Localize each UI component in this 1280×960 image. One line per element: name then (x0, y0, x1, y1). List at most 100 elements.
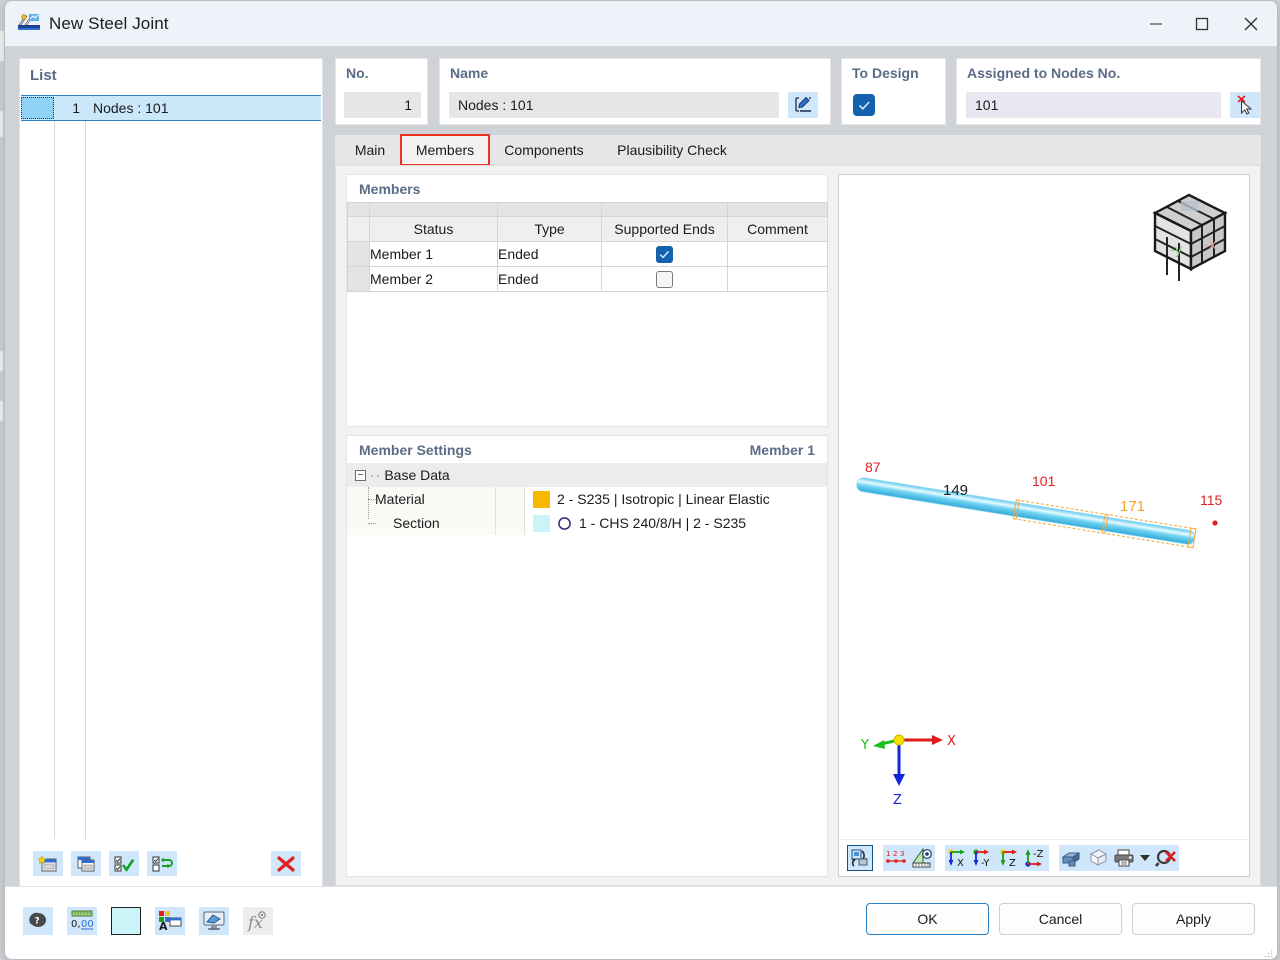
member-label-171: 171 (1120, 498, 1146, 515)
tab-members-label: Members (415, 142, 475, 158)
tab-plausibility-check-label: Plausibility Check (617, 142, 727, 158)
title-bar: New Steel Joint (5, 1, 1277, 47)
svg-text:A: A (159, 920, 168, 932)
assigned-nodes-value: 101 (975, 97, 999, 113)
model-viewport[interactable]: -y -x 87 149 101 171 115 X Y Z 1 2 3 X -… (838, 174, 1250, 877)
cell-status[interactable]: Member 2 (369, 266, 498, 292)
help-button[interactable]: ? (23, 907, 53, 935)
view-in-minus-z-button[interactable]: -Z (1023, 845, 1049, 871)
units-button[interactable]: 0, 00 (67, 907, 97, 935)
name-input[interactable]: Nodes : 101 (449, 92, 779, 118)
display-properties-button[interactable]: A (155, 907, 185, 935)
resize-grip[interactable] (1263, 946, 1273, 958)
filter-type[interactable] (497, 202, 602, 217)
view-ruler-button[interactable] (909, 845, 935, 871)
steel-joint-icon (17, 12, 41, 36)
print-dropdown-button[interactable] (1137, 845, 1153, 871)
filter-comment[interactable] (727, 202, 828, 217)
navigation-cube[interactable]: -y -x (1141, 185, 1237, 281)
tree-row-material[interactable]: Material 2 - S235 | Isotropic | Linear E… (347, 487, 827, 511)
svg-text:X: X (957, 858, 964, 868)
rename-icon[interactable] (788, 92, 818, 118)
row-header-1[interactable] (347, 241, 370, 267)
axes-indicator: X Y Z (857, 724, 967, 814)
section-color-swatch (533, 514, 550, 532)
view-settings-button[interactable] (199, 907, 229, 935)
rendering-button[interactable] (1059, 845, 1085, 871)
tab-members[interactable]: Members (400, 134, 490, 166)
pick-cursor-icon[interactable] (1230, 92, 1260, 118)
supported-ends-checkbox[interactable] (656, 245, 673, 263)
node-label-87: 87 (865, 459, 881, 475)
screen-root: New Steel Joint List 1 Nodes: 101 No. 1… (0, 0, 1280, 960)
new-item-button[interactable] (33, 851, 63, 876)
assigned-nodes-input[interactable]: 101 (966, 92, 1221, 118)
close-button[interactable] (1225, 1, 1277, 46)
header-fields: No. 1 Name Nodes : 101 To Design Assigne… (335, 58, 1261, 125)
tree-item-value-cell[interactable]: 1 - CHS 240/8/H | 2 - S235 (525, 511, 827, 535)
minimize-button[interactable] (1133, 1, 1179, 46)
column-header-supported-ends[interactable]: Supported Ends (601, 216, 728, 242)
cell-supported-ends[interactable] (601, 266, 728, 292)
svg-text:-Y: -Y (981, 858, 990, 868)
assigned-nodes-card: Assigned to Nodes No. 101 (956, 58, 1261, 125)
tab-panel-members: Members Status Type Supported Ends Comme… (335, 165, 1261, 886)
list-column-divider-2 (85, 95, 86, 839)
right-zone: No. 1 Name Nodes : 101 To Design Assigne… (335, 58, 1261, 886)
tree-node-base-data[interactable]: − ·· Base Data (347, 463, 827, 487)
list-panel-title: List (30, 67, 57, 84)
tree-row-section[interactable]: Section 1 - CHS 240/8/H | 2 - S235 (347, 511, 827, 535)
cell-type[interactable]: Ended (497, 266, 602, 292)
column-header-comment[interactable]: Comment (727, 216, 828, 242)
tab-components[interactable]: Components (490, 135, 598, 165)
cancel-button[interactable]: Cancel (999, 903, 1122, 935)
tab-plausibility-check[interactable]: Plausibility Check (598, 135, 746, 165)
table-row[interactable]: Member 1 Ended (347, 241, 828, 267)
list-toolbar (21, 840, 321, 887)
wireframe-button[interactable] (1085, 845, 1111, 871)
apply-button[interactable]: Apply (1132, 903, 1255, 935)
maximize-button[interactable] (1179, 1, 1225, 46)
tree-item-value-cell[interactable]: 2 - S235 | Isotropic | Linear Elastic (525, 487, 827, 511)
row-header-2[interactable] (347, 266, 370, 292)
supported-ends-checkbox[interactable] (656, 270, 673, 288)
member-settings-subtitle: Member 1 (749, 441, 815, 458)
zoom-reset-button[interactable] (1153, 845, 1179, 871)
column-header-type[interactable]: Type (497, 216, 602, 242)
filter-status[interactable] (369, 202, 498, 217)
select-all-button[interactable] (109, 851, 139, 876)
tab-components-label: Components (504, 142, 584, 158)
cell-comment[interactable] (727, 241, 828, 267)
table-row[interactable]: Member 2 Ended (347, 266, 828, 292)
cell-status[interactable]: Member 1 (369, 241, 498, 267)
view-in-minus-y-button[interactable]: -Y (971, 845, 997, 871)
formula-button: fx (243, 907, 273, 935)
color-button[interactable] (111, 907, 141, 935)
member-label-149: 149 (943, 482, 969, 499)
print-button[interactable] (1111, 845, 1137, 871)
view-in-x-button[interactable]: X (945, 845, 971, 871)
ok-button[interactable]: OK (866, 903, 989, 935)
list-item[interactable]: 1 Nodes : 101 (21, 95, 321, 121)
list-item-label: Nodes : 101 (93, 100, 169, 116)
no-card: No. 1 (335, 58, 428, 125)
filter-supported-ends[interactable] (601, 202, 728, 217)
tab-main[interactable]: Main (339, 135, 401, 165)
cell-type[interactable]: Ended (497, 241, 602, 267)
list-grid: 1 Nodes : 101 (21, 95, 321, 839)
invert-selection-button[interactable] (147, 851, 177, 876)
view-in-z-button[interactable]: Z (997, 845, 1023, 871)
column-header-status[interactable]: Status (369, 216, 498, 242)
cell-supported-ends[interactable] (601, 241, 728, 267)
no-field[interactable]: 1 (344, 92, 421, 118)
collapse-icon[interactable]: − (355, 469, 366, 481)
rotate-view-button[interactable] (847, 845, 873, 871)
delete-item-button[interactable] (271, 851, 301, 876)
to-design-card: To Design (841, 58, 946, 125)
numbering-button[interactable]: 1 2 3 (883, 845, 909, 871)
member-settings-title: Member Settings (359, 441, 472, 458)
row-selector-cell[interactable] (21, 97, 54, 119)
cell-comment[interactable] (727, 266, 828, 292)
copy-item-button[interactable] (71, 851, 101, 876)
to-design-checkbox[interactable] (853, 94, 875, 116)
